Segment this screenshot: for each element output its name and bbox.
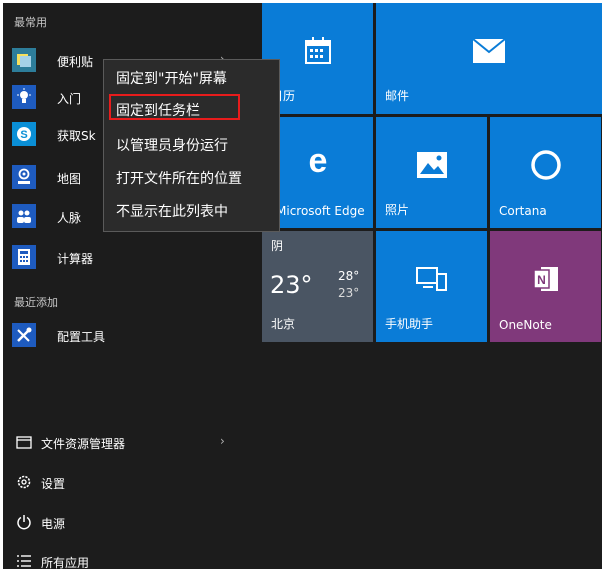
weather-temp: 23° — [270, 271, 313, 299]
app-label: 计算器 — [57, 252, 94, 266]
tile-phone-companion[interactable]: 手机助手 — [376, 231, 487, 342]
all-apps-label: 所有应用 — [41, 556, 90, 569]
settings-item[interactable]: 设置 — [3, 467, 253, 497]
list-icon — [15, 552, 33, 569]
tile-photos[interactable]: 照片 — [376, 117, 487, 228]
folder-icon — [15, 433, 33, 451]
all-apps-item[interactable]: 所有应用 — [3, 546, 253, 569]
app-label: 获取Sk — [57, 129, 96, 143]
file-explorer-item[interactable]: 文件资源管理器 › — [3, 427, 253, 457]
context-menu: 固定到"开始"屏幕 固定到任务栏 以管理员身份运行 打开文件所在的位置 不显示在… — [103, 59, 280, 232]
lightbulb-icon — [12, 85, 36, 109]
menu-hide-from-list[interactable]: 不显示在此列表中 — [116, 201, 228, 221]
photos-icon — [376, 143, 487, 187]
people-icon — [12, 204, 36, 228]
svg-text:N: N — [537, 273, 546, 287]
tile-label: Microsoft Edge — [276, 204, 365, 218]
skype-icon: S — [12, 122, 36, 146]
gear-icon — [15, 473, 33, 491]
tile-label: 邮件 — [385, 89, 410, 103]
tools-icon — [12, 323, 36, 347]
weather-high: 28° — [338, 269, 360, 283]
chevron-right-icon[interactable]: › — [220, 434, 225, 448]
tile-label: 北京 — [271, 317, 296, 331]
file-explorer-label: 文件资源管理器 — [41, 437, 126, 451]
tile-label: Cortana — [499, 204, 547, 218]
app-label: 入门 — [57, 92, 82, 106]
svg-text:e: e — [308, 145, 327, 177]
menu-run-as-admin[interactable]: 以管理员身份运行 — [116, 135, 228, 155]
recently-added-header: 最近添加 — [14, 296, 58, 309]
app-label: 便利贴 — [57, 55, 94, 69]
power-item[interactable]: 电源 — [3, 507, 253, 537]
sticky-notes-icon — [12, 48, 36, 72]
phone-companion-icon — [376, 257, 487, 301]
settings-label: 设置 — [41, 477, 66, 491]
menu-pin-to-start[interactable]: 固定到"开始"屏幕 — [116, 68, 227, 88]
app-label: 配置工具 — [57, 330, 106, 344]
cortana-icon — [490, 143, 601, 187]
power-icon — [15, 513, 33, 531]
maps-icon — [12, 165, 36, 189]
app-calculator[interactable]: 计算器 — [3, 241, 253, 273]
most-used-header: 最常用 — [14, 16, 47, 29]
app-label: 地图 — [57, 172, 82, 186]
app-config-tool[interactable]: 配置工具 — [3, 319, 253, 351]
tile-cortana[interactable]: Cortana — [490, 117, 601, 228]
tile-mail[interactable]: 邮件 — [376, 3, 602, 114]
menu-open-file-location[interactable]: 打开文件所在的位置 — [116, 168, 242, 188]
start-menu: 最常用 便利贴 › 入门 S 获取Sk 地图 人脉 计算器 — [3, 3, 602, 569]
tile-onenote[interactable]: N OneNote — [490, 231, 601, 342]
power-label: 电源 — [41, 517, 66, 531]
onenote-icon: N — [490, 257, 601, 301]
calculator-icon — [12, 245, 36, 269]
tile-weather[interactable]: 阴 23° 28° 23° 北京 — [262, 231, 373, 342]
menu-pin-to-taskbar[interactable]: 固定到任务栏 — [116, 100, 200, 120]
tile-label: 照片 — [385, 203, 410, 217]
tile-label: 手机助手 — [385, 317, 434, 331]
tile-label: OneNote — [499, 318, 552, 332]
svg-text:S: S — [20, 129, 27, 141]
app-label: 人脉 — [57, 211, 82, 225]
weather-condition: 阴 — [271, 239, 284, 253]
mail-icon — [376, 29, 602, 73]
weather-low: 23° — [338, 286, 360, 300]
